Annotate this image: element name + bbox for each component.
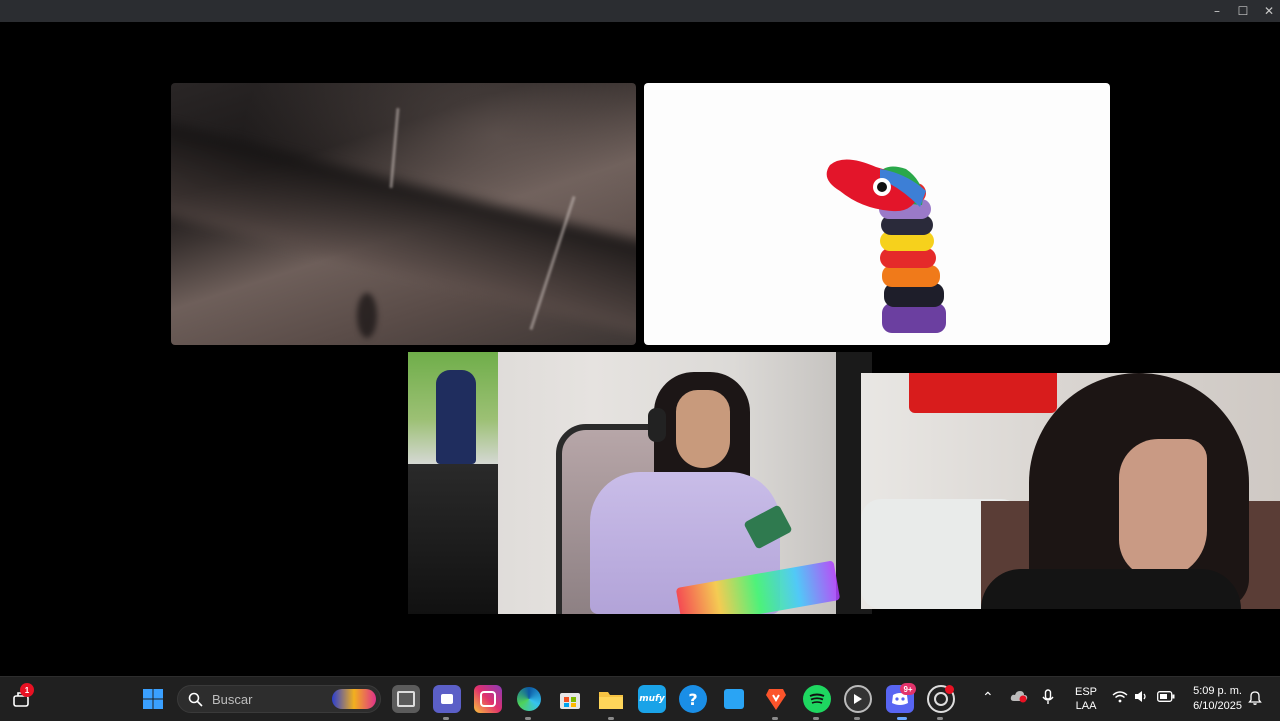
video-blur-shape <box>171 119 636 345</box>
minimize-button[interactable]: – <box>1204 0 1230 22</box>
app-icon[interactable] <box>720 685 748 713</box>
maximize-button[interactable]: ☐ <box>1230 0 1256 22</box>
search-icon <box>188 692 203 707</box>
clock[interactable]: 5:09 p. m. 6/10/2025 <box>1186 684 1242 714</box>
edge-icon[interactable] <box>515 685 543 713</box>
help-icon[interactable]: ? <box>679 685 707 713</box>
sock-puppet-image <box>826 159 946 333</box>
video-blur-shape <box>389 108 400 188</box>
store-icon[interactable] <box>556 685 584 713</box>
search-highlight-icon <box>332 689 376 709</box>
task-view-icon[interactable] <box>392 685 420 713</box>
recording-dot <box>945 685 954 694</box>
window-view-shape <box>436 370 476 464</box>
participant-video-3[interactable] <box>408 352 872 614</box>
search-placeholder: Buscar <box>212 692 253 707</box>
media-player-icon[interactable] <box>844 685 872 713</box>
mufy-icon[interactable]: mufy <box>638 685 666 713</box>
notification-badge: 1 <box>20 683 34 697</box>
spotify-icon[interactable] <box>803 685 831 713</box>
clock-date: 6/10/2025 <box>1193 700 1242 712</box>
teams-icon[interactable] <box>433 685 461 713</box>
language-code: ESP <box>1075 686 1098 698</box>
title-bar: – ☐ ✕ <box>0 0 1280 22</box>
battery-icon[interactable] <box>1157 691 1175 705</box>
microphone-icon[interactable] <box>1042 689 1054 708</box>
close-button[interactable]: ✕ <box>1256 0 1280 22</box>
discord-badge: 9+ <box>900 683 916 695</box>
notifications-bell-icon[interactable] <box>1248 690 1262 708</box>
volume-icon[interactable] <box>1134 690 1148 706</box>
taskbar: 1 Buscar mufy ? 9+ ⌃ ESP LAA 5:09 p. m. … <box>0 676 1280 721</box>
headphones-shape <box>648 408 666 442</box>
instagram-icon[interactable] <box>474 685 502 713</box>
face-shape <box>1119 439 1207 579</box>
keyboard-layout: LAA <box>1075 700 1097 712</box>
language-indicator[interactable]: ESP LAA <box>1075 685 1097 713</box>
start-icon[interactable] <box>139 685 167 713</box>
participant-video-2[interactable] <box>644 83 1110 345</box>
search-box[interactable]: Buscar <box>177 685 381 713</box>
chevron-up-icon[interactable]: ⌃ <box>982 689 994 706</box>
shoulder-shape <box>981 569 1241 609</box>
video-blur-shape <box>357 293 377 338</box>
red-cloth-shape <box>909 373 1057 413</box>
wifi-icon[interactable] <box>1112 690 1128 706</box>
chair-shape <box>408 464 498 614</box>
clock-time: 5:09 p. m. <box>1193 685 1242 697</box>
face-shape <box>676 390 730 468</box>
file-explorer-icon[interactable] <box>597 685 625 713</box>
participant-video-4[interactable] <box>861 373 1280 609</box>
cloud-sync-icon[interactable] <box>1010 689 1028 706</box>
participant-video-1[interactable] <box>171 83 636 345</box>
brave-icon[interactable] <box>762 685 790 713</box>
